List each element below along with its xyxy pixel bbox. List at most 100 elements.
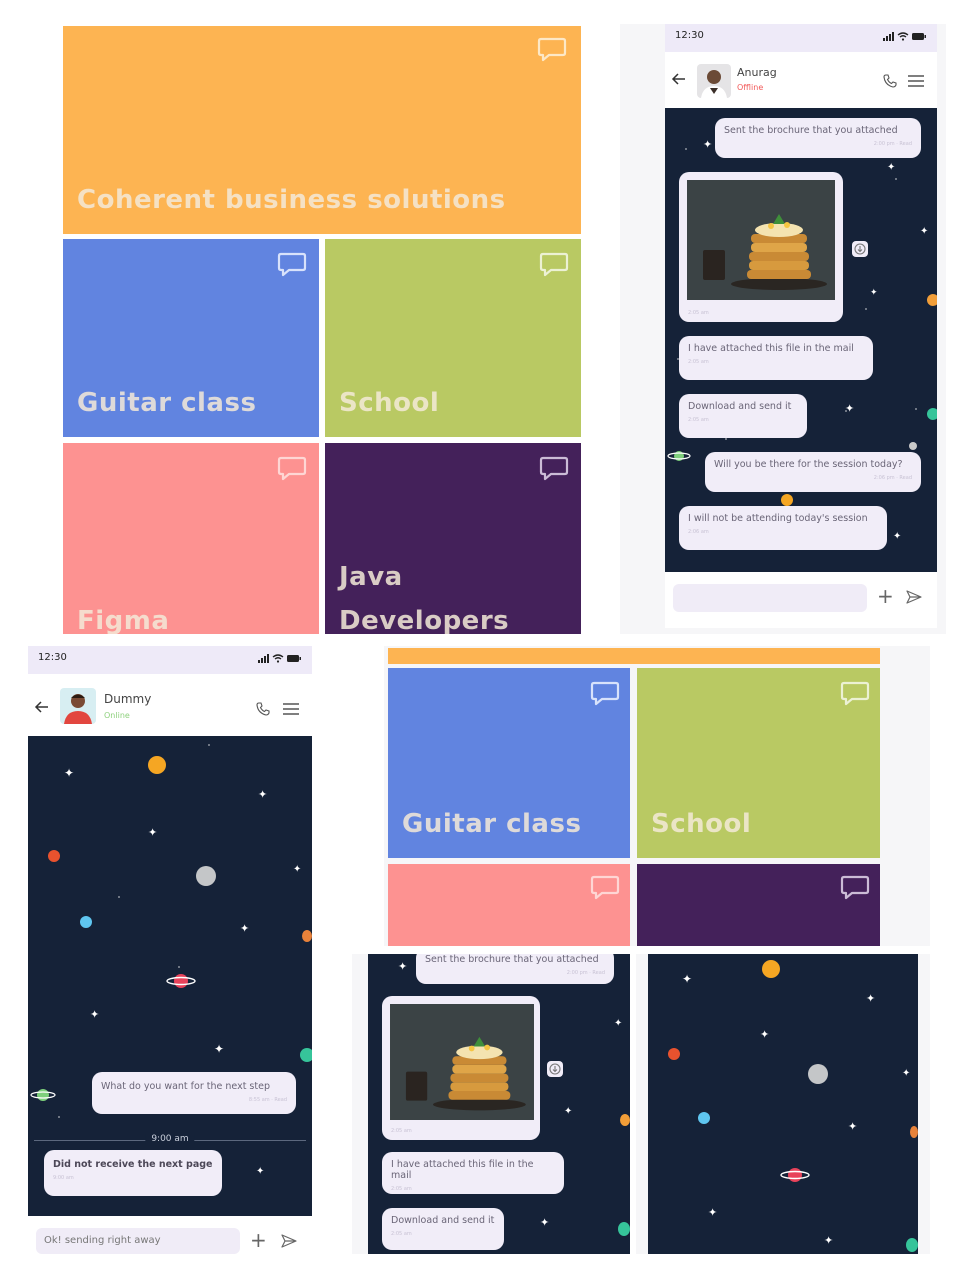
planet-ring-icon bbox=[30, 1089, 56, 1101]
status-bar: 12:30 bbox=[28, 646, 312, 674]
star-icon: ✦ bbox=[848, 1120, 858, 1133]
planet-red-icon bbox=[48, 850, 60, 862]
tile-grid-bottom: Guitar class School bbox=[384, 646, 930, 946]
message-text: Sent the brochure that you attached bbox=[724, 125, 898, 136]
star-dot bbox=[58, 1116, 60, 1118]
chat-bubble-icon bbox=[539, 252, 569, 277]
space-crop: ✦ ✦ ✦ ✦ ✦ ✦ ✦ bbox=[648, 954, 918, 1254]
star-icon: ✦ bbox=[148, 826, 158, 839]
message-bubble-received[interactable]: Download and send it 2:05 am bbox=[382, 1208, 504, 1250]
message-bubble-sent[interactable]: What do you want for the next step 8:55 … bbox=[92, 1072, 296, 1114]
date-divider: 9:00 am bbox=[34, 1134, 306, 1146]
star-dot bbox=[865, 308, 867, 310]
planet-orange-icon bbox=[927, 294, 937, 306]
message-meta: 2:00 pm · Read bbox=[566, 970, 605, 976]
chat-background: ✦ ✦ ✦ ✦ ✦ ✦ Sent the brochure that you a… bbox=[665, 108, 937, 572]
message-input[interactable]: Ok! sending right away bbox=[36, 1228, 240, 1254]
image-message[interactable]: 2:05 am bbox=[679, 172, 843, 322]
star-dot bbox=[895, 178, 897, 180]
message-input[interactable] bbox=[673, 584, 867, 612]
message-meta: 2:05 am bbox=[688, 310, 709, 316]
star-icon: ✦ bbox=[920, 226, 929, 237]
chat-bubble-icon bbox=[537, 37, 567, 62]
download-icon[interactable] bbox=[546, 1060, 564, 1078]
send-icon[interactable] bbox=[905, 589, 923, 605]
tile-figma[interactable]: Figma bbox=[63, 443, 319, 634]
message-bubble-sent[interactable]: Sent the brochure that you attached 2:00… bbox=[715, 118, 921, 158]
image-message[interactable]: 2:05 am bbox=[382, 996, 540, 1140]
tile-java[interactable] bbox=[637, 864, 880, 946]
message-text: I will not be attending today's session bbox=[688, 513, 868, 524]
message-bubble-sent[interactable]: Will you be there for the session today?… bbox=[705, 452, 921, 492]
star-dot bbox=[685, 148, 687, 150]
contact-name: Dummy bbox=[104, 692, 152, 706]
tile-figma[interactable] bbox=[388, 864, 630, 946]
signal-icon bbox=[258, 654, 301, 663]
avatar[interactable] bbox=[60, 688, 96, 724]
chat-bubble-icon bbox=[277, 456, 307, 481]
tile-title-guitar: Guitar class bbox=[77, 388, 257, 418]
tile-guitar[interactable]: Guitar class bbox=[388, 668, 630, 858]
message-bubble-received[interactable]: Did not receive the next page 9:00 am bbox=[44, 1150, 222, 1196]
message-text: I have attached this file in the mail bbox=[391, 1159, 534, 1181]
message-bubble-received[interactable]: Download and send it 2:05 am bbox=[679, 394, 807, 438]
phone-call-icon[interactable] bbox=[883, 74, 897, 88]
chat-header: Anurag Offline bbox=[665, 52, 937, 108]
send-icon[interactable] bbox=[280, 1233, 298, 1249]
tile-school[interactable]: School bbox=[325, 239, 581, 437]
message-text: What do you want for the next step bbox=[101, 1081, 270, 1092]
message-bubble-received[interactable]: I have attached this file in the mail 2:… bbox=[382, 1152, 564, 1194]
message-meta: 2:05 am bbox=[391, 1128, 412, 1134]
phone-anurag: 12:30 Anurag Offline ✦ ✦ ✦ ✦ ✦ ✦ Sent th… bbox=[665, 24, 937, 572]
phone-dummy: 12:30 Dummy Online ✦ ✦ ✦ ✦ ✦ ✦ ✦ ✦ What … bbox=[28, 646, 312, 1256]
planet-orange-icon bbox=[148, 756, 166, 774]
star-icon: ✦ bbox=[703, 138, 713, 151]
message-text: Download and send it bbox=[391, 1215, 495, 1226]
planet-ring-icon bbox=[667, 451, 691, 461]
star-icon: ✦ bbox=[887, 162, 896, 173]
planet-orange-icon bbox=[620, 1114, 630, 1126]
message-meta: 9:00 am bbox=[53, 1175, 74, 1181]
message-bubble-received[interactable]: I will not be attending today's session … bbox=[679, 506, 887, 550]
add-icon[interactable]: + bbox=[877, 586, 894, 606]
tile-coherent[interactable]: Coherent business solutions bbox=[63, 26, 581, 234]
message-text: Will you be there for the session today? bbox=[714, 459, 903, 470]
contact-status: Offline bbox=[737, 83, 764, 92]
moon-icon bbox=[808, 1064, 828, 1084]
tile-coherent-strip[interactable] bbox=[388, 648, 880, 664]
pancake-photo bbox=[687, 180, 835, 300]
message-text: Did not receive the next page bbox=[53, 1159, 213, 1170]
chat-bubble-icon bbox=[840, 875, 870, 900]
planet-orange-icon bbox=[910, 1126, 918, 1138]
star-dot bbox=[118, 896, 120, 898]
message-bubble-received[interactable]: I have attached this file in the mail 2:… bbox=[679, 336, 873, 380]
menu-icon[interactable] bbox=[282, 702, 300, 716]
star-dot bbox=[208, 744, 210, 746]
star-icon: ✦ bbox=[760, 1028, 770, 1041]
contact-name: Anurag bbox=[737, 66, 777, 79]
star-icon: ✦ bbox=[293, 864, 302, 875]
tile-title-java-line2: Developers bbox=[339, 606, 510, 634]
message-bubble-sent[interactable]: Sent the brochure that you attached 2:00… bbox=[416, 954, 614, 984]
add-icon[interactable]: + bbox=[250, 1230, 267, 1250]
back-arrow-icon[interactable] bbox=[34, 700, 50, 714]
tile-guitar[interactable]: Guitar class bbox=[63, 239, 319, 437]
planet-green-icon bbox=[927, 408, 937, 420]
download-icon[interactable] bbox=[851, 240, 869, 258]
tile-java[interactable]: Java Developers bbox=[325, 443, 581, 634]
status-bar: 12:30 bbox=[665, 24, 937, 52]
avatar[interactable] bbox=[697, 64, 731, 98]
star-icon: ✦ bbox=[64, 766, 75, 780]
tile-school[interactable]: School bbox=[637, 668, 880, 858]
phone-call-icon[interactable] bbox=[256, 702, 270, 716]
chat-bubble-icon bbox=[539, 456, 569, 481]
star-icon: ✦ bbox=[682, 972, 693, 986]
star-icon: ✦ bbox=[708, 1206, 718, 1219]
star-icon: ✦ bbox=[870, 288, 878, 298]
back-arrow-icon[interactable] bbox=[671, 72, 687, 86]
message-input-bar: + bbox=[665, 572, 937, 628]
message-meta: 2:05 am bbox=[391, 1186, 412, 1192]
menu-icon[interactable] bbox=[907, 74, 925, 88]
planet-orange-icon bbox=[781, 494, 793, 506]
signal-icon bbox=[883, 32, 926, 41]
